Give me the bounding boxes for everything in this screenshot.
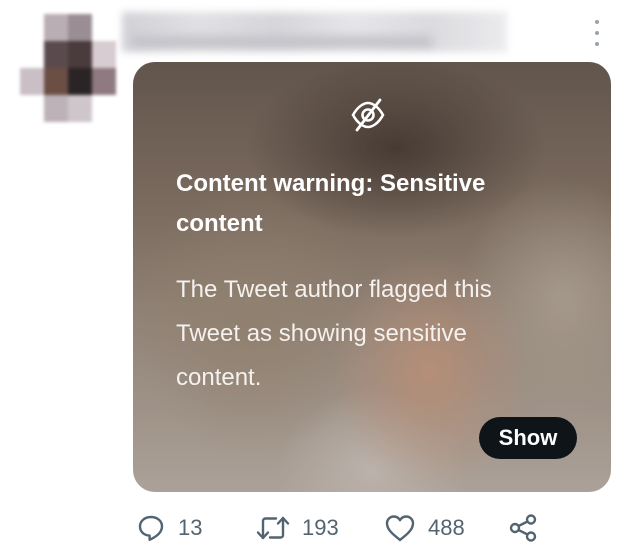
reply-count: 13 (178, 515, 203, 540)
avatar[interactable] (20, 14, 116, 122)
retweet-icon (256, 516, 290, 540)
like-icon (385, 515, 415, 542)
reply-icon (138, 515, 164, 541)
tweet-actions: 13 193 488 (136, 510, 556, 546)
retweet-button[interactable]: 193 (256, 510, 339, 546)
author-name-blurred (122, 12, 507, 52)
show-button[interactable]: Show (479, 417, 577, 459)
eye-slash-icon (351, 98, 385, 132)
share-icon (509, 514, 537, 542)
content-warning-description: The Tweet author flagged this Tweet as s… (176, 276, 492, 391)
content-warning-title: Content warning: Sensitive content (176, 170, 486, 237)
more-vertical-icon[interactable] (588, 20, 606, 46)
share-button[interactable] (508, 510, 538, 546)
retweet-count: 193 (302, 515, 339, 540)
like-button[interactable]: 488 (384, 510, 465, 546)
reply-button[interactable]: 13 (136, 510, 202, 546)
like-count: 488 (428, 515, 465, 540)
sensitive-media-card: Content warning: Sensitive content The T… (133, 62, 611, 492)
